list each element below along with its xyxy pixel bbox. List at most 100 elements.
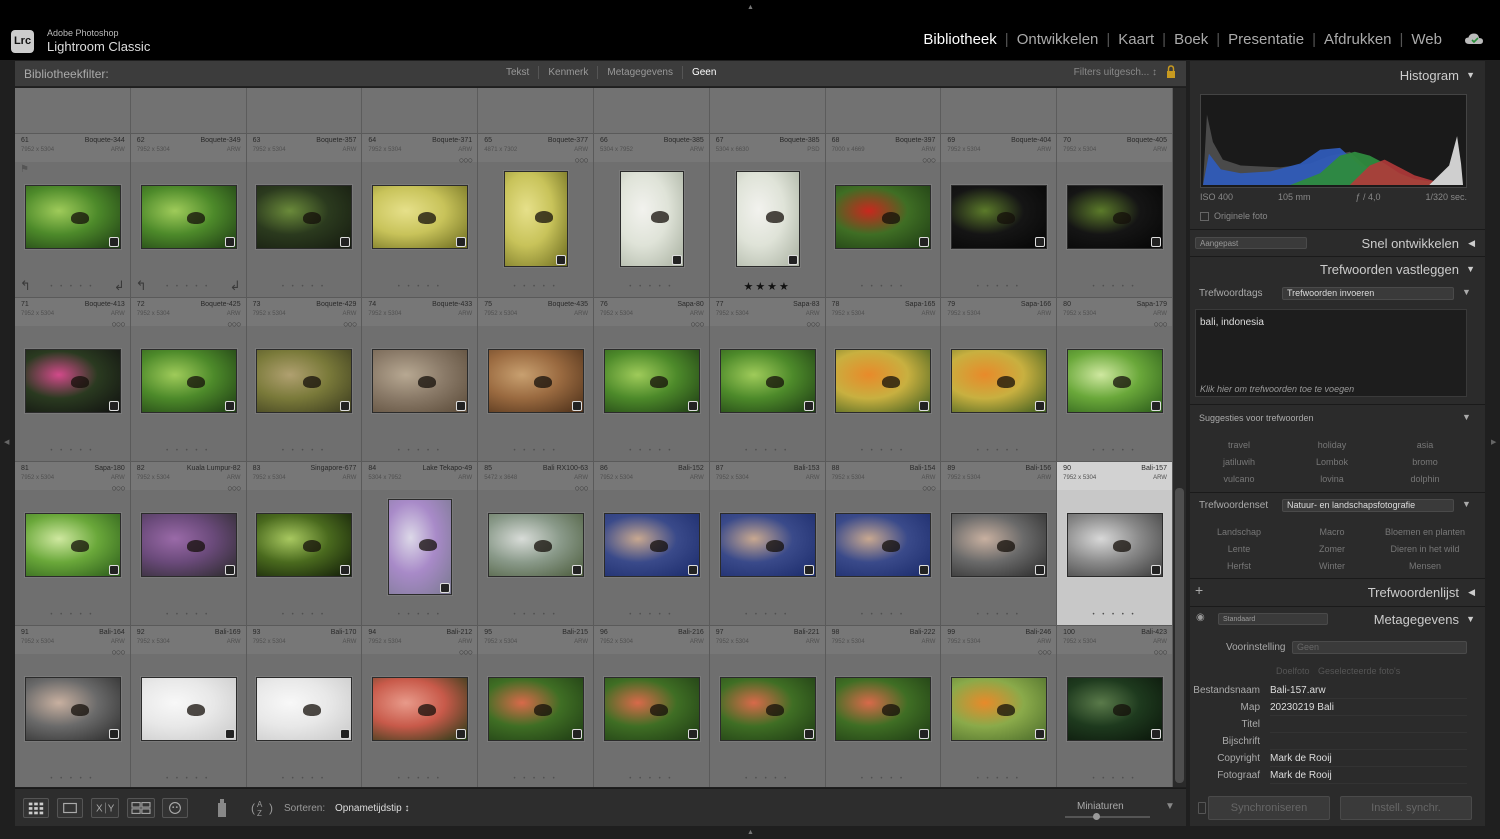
rating-dots[interactable]: • • • • • — [826, 448, 941, 454]
photo-thumbnail[interactable] — [256, 677, 353, 741]
photo-cell[interactable]: 64 Boquete-371 7952 x 5304 ARW ○○○ • • • • • — [362, 133, 479, 297]
photo-cell[interactable]: 76 Sapa-80 7952 x 5304 ARW ○○○ • • • • • — [593, 297, 710, 461]
rating-dots[interactable]: • • • • • — [1057, 776, 1172, 782]
people-view-icon[interactable] — [162, 798, 188, 818]
edited-badge-icon[interactable] — [340, 401, 351, 411]
left-panel-toggle-icon[interactable]: ◀ — [4, 438, 9, 446]
rating-dots[interactable]: • • • • • — [131, 284, 246, 290]
rotate-left-icon[interactable]: ↰ — [20, 278, 31, 294]
rating-dots[interactable]: • • • • • — [362, 776, 477, 782]
photo-cell[interactable]: 68 Boquete-397 7000 x 4669 ARW ○○○ • • • • • — [825, 133, 942, 297]
module-kaart[interactable]: Kaart — [1118, 31, 1154, 48]
expand-triangle-icon[interactable]: ◀ — [1468, 587, 1475, 598]
photo-thumbnail[interactable] — [140, 677, 237, 741]
keyword-suggestion[interactable]: travel — [1194, 440, 1284, 450]
toolbar-menu-chevron-icon[interactable]: ▼ — [1165, 801, 1175, 812]
photo-cell[interactable]: 81 Sapa-180 7952 x 5304 ARW ○○○ • • • • • — [15, 461, 131, 625]
painter-spray-icon[interactable] — [215, 797, 229, 819]
more-badges-icon[interactable]: ○○○ — [922, 156, 936, 165]
photo-cell[interactable]: 77 Sapa-83 7952 x 5304 ARW ○○○ • • • • • — [709, 297, 826, 461]
lock-icon[interactable] — [1166, 65, 1176, 79]
photo-cell[interactable]: 67 Boquete-385 5304 x 6630 PSD ★★★★ — [709, 133, 826, 297]
photo-thumbnail[interactable] — [951, 513, 1048, 577]
rating-dots[interactable]: • • • • • — [594, 448, 709, 454]
edited-badge-icon[interactable] — [919, 401, 930, 411]
grid-view-icon[interactable] — [23, 798, 49, 818]
quick-develop-panel-header[interactable]: Aangepast Snel ontwikkelen ◀ — [1190, 231, 1485, 255]
keyword-set-item[interactable]: Macro — [1287, 527, 1377, 537]
edited-badge-icon[interactable] — [803, 729, 814, 739]
rating-dots[interactable]: • • • • • — [1057, 284, 1172, 290]
photo-thumbnail[interactable] — [24, 349, 121, 413]
collapse-triangle-icon[interactable]: ▼ — [1466, 264, 1475, 274]
edited-badge-icon[interactable] — [671, 255, 682, 265]
edited-badge-icon[interactable] — [456, 237, 467, 247]
photo-cell[interactable]: 100 Bali-423 7952 x 5304 ARW ○○○ • • • • • — [1057, 625, 1173, 787]
right-panel-toggle-icon[interactable]: ▶ — [1491, 438, 1496, 446]
keyword-set-triangle-icon[interactable]: ▼ — [1462, 499, 1471, 509]
rotate-left-icon[interactable]: ↰ — [136, 278, 147, 294]
keyword-set-item[interactable]: Landschap — [1194, 527, 1284, 537]
photo-thumbnail[interactable] — [719, 513, 816, 577]
keyword-set-item[interactable]: Zomer — [1287, 544, 1377, 554]
rating-dots[interactable]: • • • • • — [1057, 448, 1172, 454]
more-badges-icon[interactable]: ○○○ — [227, 484, 241, 493]
photo-thumbnail[interactable] — [24, 185, 121, 249]
rating-dots[interactable]: • • • • • — [941, 612, 1056, 618]
metadata-value-field[interactable]: Mark de Rooij — [1270, 770, 1467, 784]
photo-thumbnail[interactable] — [488, 677, 585, 741]
photo-thumbnail[interactable] — [140, 185, 237, 249]
sync-settings-button[interactable]: Instell. synchr. — [1340, 796, 1472, 820]
photo-cell[interactable]: 73 Boquete-429 7952 x 5304 ARW ○○○ • • • • • — [246, 297, 363, 461]
survey-view-icon[interactable] — [127, 798, 155, 818]
more-badges-icon[interactable]: ○○○ — [111, 320, 125, 329]
more-badges-icon[interactable]: ○○○ — [1038, 648, 1052, 657]
sort-direction-icon[interactable]: ( A Z ) — [249, 797, 277, 819]
edited-badge-icon[interactable] — [1151, 729, 1162, 739]
keyword-suggestion[interactable]: bromo — [1380, 457, 1470, 467]
rating-dots[interactable]: • • • • • — [710, 612, 825, 618]
sort-select[interactable]: Opnametijdstip ↕ — [335, 803, 409, 814]
metadata-preset-select[interactable]: Geen — [1292, 641, 1467, 654]
rating-dots[interactable]: • • • • • — [710, 448, 825, 454]
photo-thumbnail[interactable] — [256, 349, 353, 413]
photo-cell[interactable]: 66 Boquete-385 5304 x 7952 ARW • • • • • — [593, 133, 710, 297]
rating-dots[interactable]: • • • • • — [594, 612, 709, 618]
metadata-value-field[interactable]: Mark de Rooij — [1270, 753, 1467, 767]
keyword-set-item[interactable]: Bloemen en planten — [1380, 527, 1470, 537]
module-afdrukken[interactable]: Afdrukken — [1324, 31, 1392, 48]
rating-dots[interactable]: • • • • • — [247, 448, 362, 454]
edited-badge-icon[interactable] — [108, 401, 119, 411]
module-bibliotheek[interactable]: Bibliotheek — [923, 31, 996, 48]
edited-badge-icon[interactable] — [340, 565, 351, 575]
photo-thumbnail[interactable] — [719, 349, 816, 413]
edited-badge-icon[interactable] — [440, 583, 451, 593]
suggestions-triangle-icon[interactable]: ▼ — [1462, 412, 1471, 422]
filter-tab-kenmerk[interactable]: Kenmerk — [538, 66, 597, 79]
scrollbar-thumb[interactable] — [1175, 488, 1184, 783]
keyword-set-item[interactable]: Winter — [1287, 561, 1377, 571]
photo-thumbnail[interactable] — [603, 349, 700, 413]
grid-scrollbar[interactable] — [1173, 88, 1186, 787]
keyword-suggestion[interactable]: lovina — [1287, 474, 1377, 484]
photo-cell[interactable]: 83 Singapore-677 7952 x 5304 ARW • • • • • — [246, 461, 363, 625]
rating-dots[interactable]: • • • • • — [247, 776, 362, 782]
edited-badge-icon[interactable] — [919, 237, 930, 247]
photo-thumbnail[interactable] — [1067, 677, 1164, 741]
checkbox-icon[interactable] — [1200, 212, 1209, 222]
keyword-suggestion[interactable]: holiday — [1287, 440, 1377, 450]
more-badges-icon[interactable]: ○○○ — [1154, 320, 1168, 329]
photo-thumbnail[interactable] — [372, 185, 469, 249]
sync-button[interactable]: Synchroniseren — [1208, 796, 1330, 820]
photo-thumbnail[interactable] — [372, 349, 469, 413]
photo-thumbnail[interactable] — [1067, 349, 1164, 413]
filter-preset-select[interactable]: Filters uitgesch... ↕ — [1074, 67, 1157, 78]
edited-badge-icon[interactable] — [1035, 565, 1046, 575]
more-badges-icon[interactable]: ○○○ — [227, 320, 241, 329]
keyword-suggestion[interactable]: jatiluwih — [1194, 457, 1284, 467]
photo-cell[interactable]: 71 Boquete-413 7952 x 5304 ARW ○○○ • • • • • — [15, 297, 131, 461]
edited-badge-icon[interactable] — [456, 401, 467, 411]
photo-cell[interactable]: 63 Boquete-357 7952 x 5304 ARW • • • • • — [246, 133, 363, 297]
filter-tab-tekst[interactable]: Tekst — [497, 66, 538, 79]
photo-thumbnail[interactable] — [1067, 513, 1164, 577]
